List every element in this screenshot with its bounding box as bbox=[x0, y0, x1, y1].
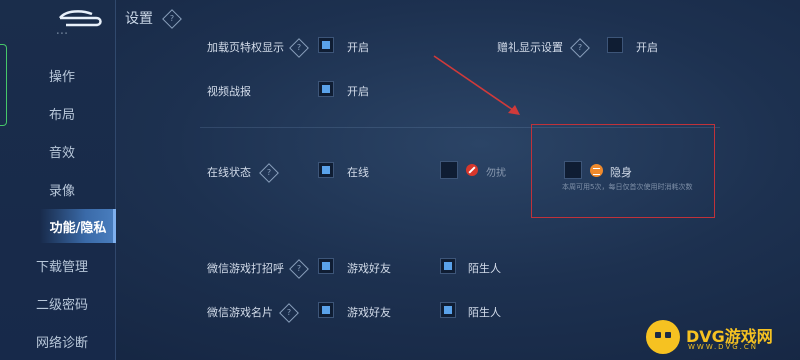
online-option: 在线 bbox=[347, 166, 369, 179]
sidebar-item-layout[interactable]: 布局 bbox=[10, 96, 114, 130]
card-strangers-option: 陌生人 bbox=[468, 306, 501, 319]
sidebar-scroll-indicator bbox=[0, 44, 7, 126]
sidebar-item-operation[interactable]: 操作 bbox=[10, 58, 114, 92]
question-diamond-icon[interactable]: ? bbox=[279, 303, 299, 323]
watermark-logo-icon bbox=[646, 320, 680, 354]
question-diamond-icon[interactable]: ? bbox=[289, 259, 309, 279]
wechat-greeting-label: 微信游戏打招呼 bbox=[207, 262, 284, 275]
gift-display-option: 开启 bbox=[636, 41, 658, 54]
video-report-option: 开启 bbox=[347, 85, 369, 98]
sidebar-item-label: 录像 bbox=[48, 183, 75, 199]
sidebar-item-label: 下载管理 bbox=[35, 259, 88, 275]
loading-privilege-option: 开启 bbox=[347, 41, 369, 54]
sidebar-item-recording[interactable]: 录像 bbox=[10, 172, 114, 206]
annotation-arrow bbox=[433, 55, 520, 115]
loading-privilege-label: 加载页特权显示 bbox=[207, 41, 284, 54]
sidebar-item-label: 二级密码 bbox=[35, 297, 88, 313]
card-friends-option: 游戏好友 bbox=[347, 306, 391, 319]
sidebar-item-label: 布局 bbox=[48, 107, 75, 123]
sidebar-item-sound[interactable]: 音效 bbox=[10, 134, 114, 168]
video-report-label: 视频战报 bbox=[207, 85, 251, 98]
invisible-usage-note: 本周可用5次，每日仅首次使用时消耗次数 bbox=[562, 183, 693, 191]
question-diamond-icon[interactable]: ? bbox=[259, 163, 279, 183]
wechat-card-label: 微信游戏名片 bbox=[207, 306, 273, 319]
loading-privilege-checkbox[interactable] bbox=[318, 37, 334, 53]
greeting-strangers-checkbox[interactable] bbox=[440, 258, 456, 274]
gift-display-checkbox[interactable] bbox=[607, 37, 623, 53]
question-diamond-icon[interactable]: ? bbox=[289, 38, 309, 58]
page-title: 设置 bbox=[125, 11, 153, 27]
back-button[interactable] bbox=[52, 6, 108, 28]
greeting-friends-option: 游戏好友 bbox=[347, 262, 391, 275]
sidebar-item-cut: ··· bbox=[55, 28, 69, 42]
greeting-friends-checkbox[interactable] bbox=[318, 258, 334, 274]
sidebar-item-label: 操作 bbox=[48, 69, 75, 85]
greeting-strangers-option: 陌生人 bbox=[468, 262, 501, 275]
online-status-label: 在线状态 bbox=[207, 166, 251, 179]
sidebar-item-label: 网络诊断 bbox=[35, 335, 88, 351]
do-not-disturb-checkbox[interactable] bbox=[440, 161, 458, 179]
sidebar: ··· 操作 布局 音效 录像 功能/隐私 下载管理 二级密码 网络诊断 bbox=[0, 0, 116, 360]
sidebar-item-label: 音效 bbox=[48, 145, 75, 161]
sidebar-item-function-privacy[interactable]: 功能/隐私 bbox=[40, 209, 116, 243]
invisible-option: 隐身 bbox=[610, 166, 632, 179]
watermark-subtext: WWW.DVG.CN bbox=[688, 343, 759, 351]
online-checkbox[interactable] bbox=[318, 162, 334, 178]
sidebar-item-label: 功能/隐私 bbox=[49, 220, 107, 236]
card-strangers-checkbox[interactable] bbox=[440, 302, 456, 318]
sidebar-item-network[interactable]: 网络诊断 bbox=[10, 324, 114, 358]
question-diamond-icon[interactable]: ? bbox=[162, 9, 182, 29]
do-not-disturb-option: 勿扰 bbox=[486, 168, 506, 179]
back-arrow-icon bbox=[59, 10, 102, 27]
card-friends-checkbox[interactable] bbox=[318, 302, 334, 318]
invisible-checkbox[interactable] bbox=[564, 161, 582, 179]
ban-icon bbox=[466, 164, 478, 176]
sidebar-item-second-password[interactable]: 二级密码 bbox=[10, 286, 114, 320]
sidebar-item-download[interactable]: 下载管理 bbox=[10, 248, 114, 282]
video-report-checkbox[interactable] bbox=[318, 81, 334, 97]
watermark: DVG游戏网 WWW.DVG.CN bbox=[646, 320, 796, 358]
hide-icon bbox=[590, 164, 603, 177]
question-diamond-icon[interactable]: ? bbox=[570, 38, 590, 58]
